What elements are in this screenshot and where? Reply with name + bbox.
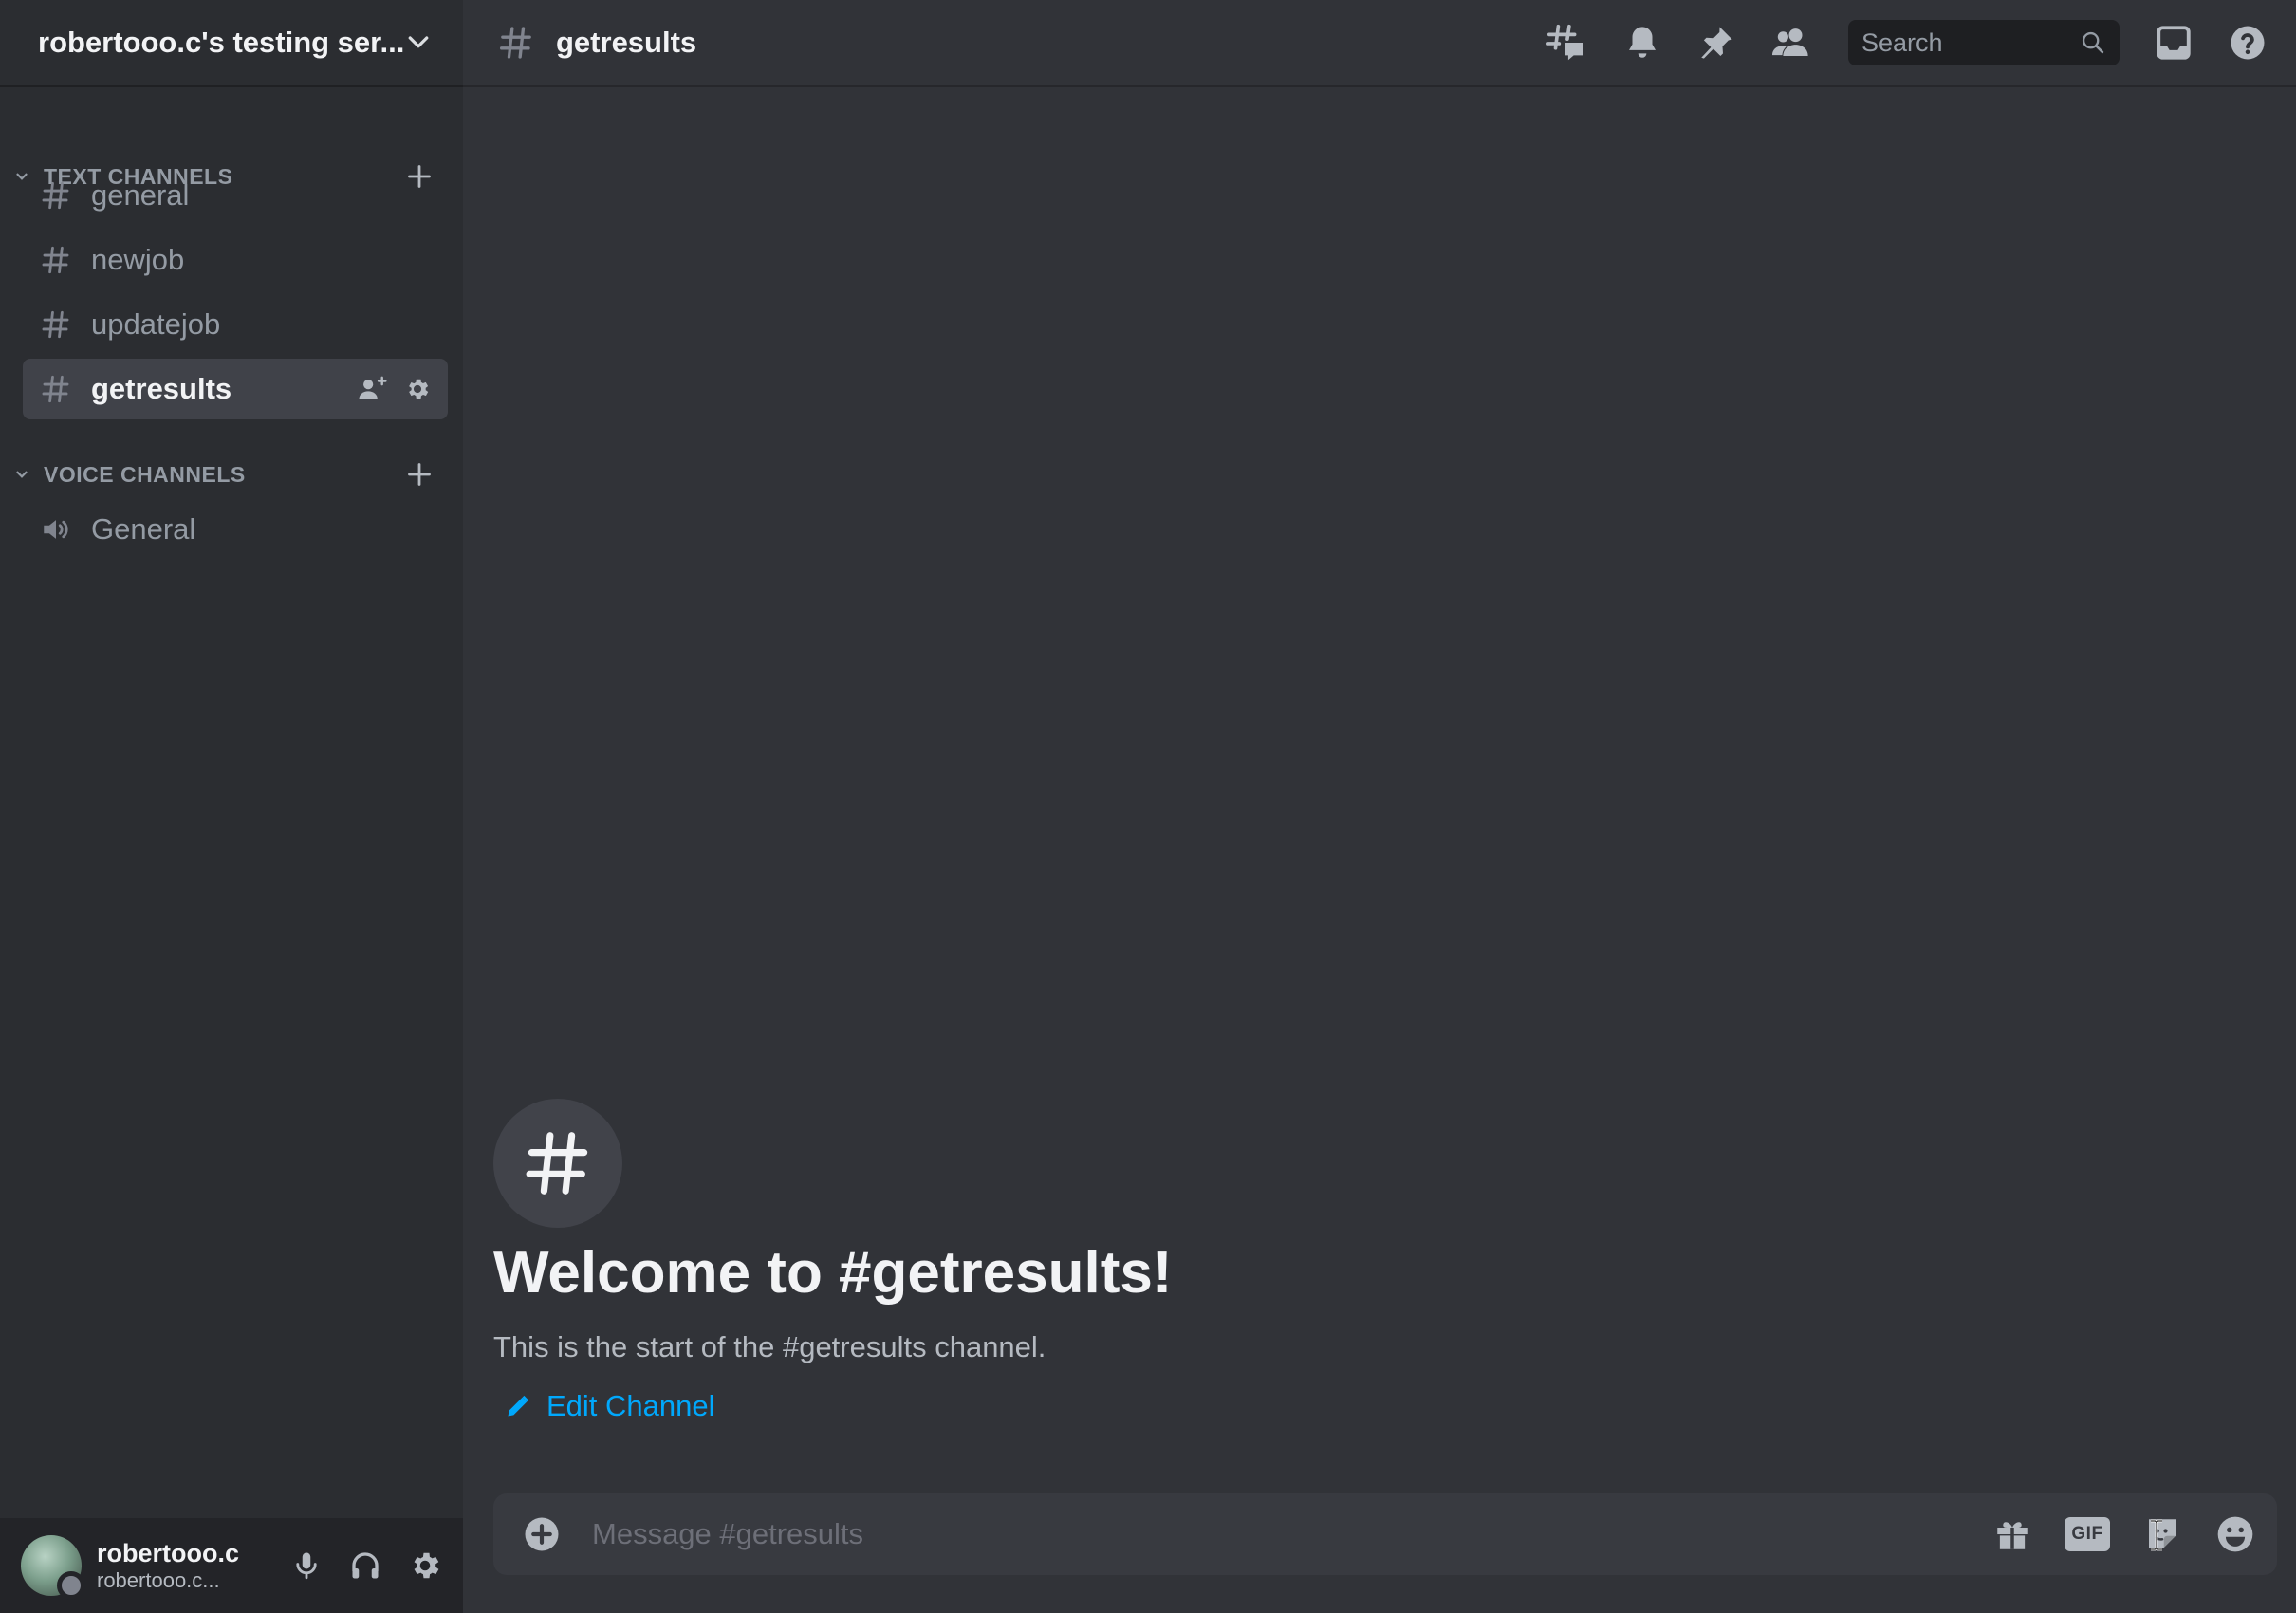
user-info[interactable]: robertooo.c robertooo.c... <box>97 1538 290 1593</box>
hashtag-icon <box>40 373 72 405</box>
edit-channel-link[interactable]: Edit Channel <box>505 1380 715 1433</box>
channel-label: general <box>91 178 190 212</box>
search-bar[interactable] <box>1848 20 2120 65</box>
channel-item-getresults[interactable]: getresults <box>23 359 448 419</box>
channel-header: getresults <box>463 0 2296 87</box>
header-toolbar <box>1545 20 2268 65</box>
headphones-icon[interactable] <box>347 1548 383 1583</box>
channel-welcome-hashtag-icon <box>493 1099 622 1228</box>
channel-item-general[interactable]: general <box>23 165 448 226</box>
welcome-title: Welcome to #getresults! <box>493 1240 1173 1306</box>
user-username: robertooo.c... <box>97 1568 220 1592</box>
server-name: robertooo.c's testing ser... <box>38 26 405 59</box>
gift-icon[interactable] <box>1992 1514 2032 1554</box>
pin-icon[interactable] <box>1696 23 1736 63</box>
create-channel-plus-icon[interactable] <box>402 457 436 491</box>
channel-sidebar: robertooo.c's testing ser... TEXT CHANNE… <box>0 0 463 1613</box>
inbox-icon[interactable] <box>2154 23 2194 63</box>
channel-item-updatejob[interactable]: updatejob <box>23 294 448 355</box>
gif-button[interactable]: GIF <box>2065 1517 2110 1551</box>
channel-item-newjob[interactable]: newjob <box>23 230 448 290</box>
category-voice-channels[interactable]: VOICE CHANNELS <box>13 455 436 493</box>
category-label: VOICE CHANNELS <box>44 461 246 487</box>
hashtag-icon <box>497 24 535 62</box>
invite-user-icon[interactable] <box>357 375 389 403</box>
welcome-subtitle: This is the start of the #getresults cha… <box>493 1330 1046 1363</box>
user-display-name: robertooo.c <box>97 1539 240 1567</box>
channel-label: updatejob <box>91 307 221 341</box>
hashtag-icon <box>40 244 72 276</box>
channel-label: General <box>91 512 196 546</box>
voice-channel-item-general[interactable]: General <box>23 499 448 560</box>
text-cursor-icon <box>2146 1518 2167 1552</box>
channel-label: newjob <box>91 243 185 276</box>
hashtag-icon <box>40 308 72 341</box>
gear-icon[interactable] <box>404 376 431 402</box>
channel-title: getresults <box>556 26 697 59</box>
chevron-down-icon <box>13 466 34 483</box>
server-header[interactable]: robertooo.c's testing ser... <box>0 0 463 87</box>
member-list-icon[interactable] <box>1770 23 1814 63</box>
chat-area: Welcome to #getresults! This is the star… <box>463 87 2296 1613</box>
chevron-down-icon <box>404 28 433 57</box>
status-indicator <box>57 1571 85 1600</box>
message-composer: GIF <box>493 1493 2277 1575</box>
search-icon <box>2080 29 2106 56</box>
message-input[interactable] <box>590 1516 1992 1552</box>
pencil-icon <box>505 1393 531 1419</box>
microphone-icon[interactable] <box>290 1548 323 1583</box>
threads-icon[interactable] <box>1545 21 1588 65</box>
avatar[interactable] <box>21 1535 85 1600</box>
speaker-icon <box>40 513 72 546</box>
edit-channel-label: Edit Channel <box>546 1389 715 1422</box>
hashtag-icon <box>40 179 72 212</box>
user-panel: robertooo.c robertooo.c... <box>0 1518 463 1613</box>
channel-label: getresults <box>91 372 232 405</box>
emoji-icon[interactable] <box>2214 1513 2256 1555</box>
attach-plus-icon[interactable] <box>522 1514 562 1554</box>
help-icon[interactable] <box>2228 23 2268 63</box>
search-input[interactable] <box>1860 27 2080 59</box>
notification-bell-icon[interactable] <box>1622 23 1662 63</box>
user-settings-gear-icon[interactable] <box>408 1548 442 1583</box>
